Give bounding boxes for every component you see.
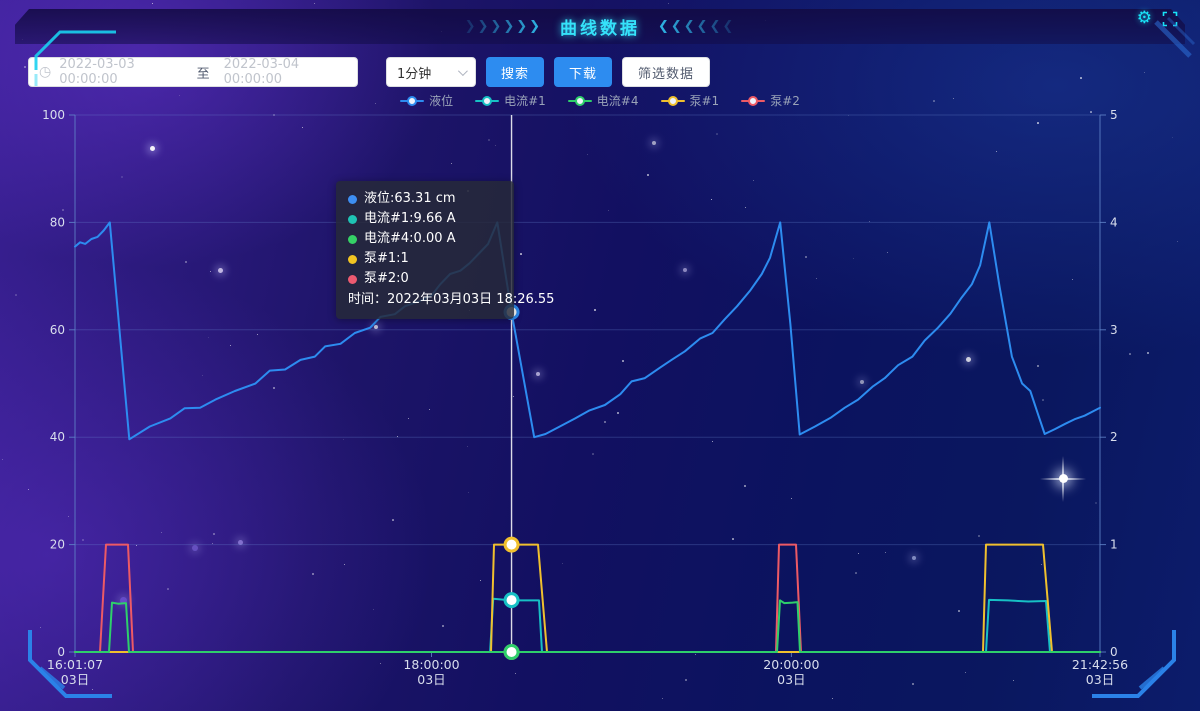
tooltip-row-text: 泵#1:1 bbox=[364, 249, 409, 269]
y-left-tick-label: 80 bbox=[50, 215, 65, 229]
tooltip-row: 液位:63.31 cm bbox=[348, 189, 502, 209]
x-tick-time: 21:42:56 bbox=[1072, 657, 1128, 672]
y-left-tick-label: 60 bbox=[50, 323, 65, 337]
x-tick-day: 03日 bbox=[777, 672, 805, 687]
x-tick-time: 16:01:07 bbox=[47, 657, 103, 672]
series-line-液位 bbox=[75, 222, 1100, 439]
series-line-泵#1 bbox=[75, 545, 1100, 652]
tooltip-row-text: 泵#2:0 bbox=[364, 269, 409, 289]
y-right-tick-label: 4 bbox=[1110, 215, 1118, 229]
series-color-dot bbox=[348, 275, 357, 284]
chart-tooltip: 液位:63.31 cm 电流#1:9.66 A 电流#4:0.00 A 泵#1:… bbox=[336, 181, 514, 319]
crosshair-marker-电流#4 bbox=[505, 646, 518, 659]
dashboard-root: ❯❯❯❯❯❯ 曲线数据 ❮❮❮❮❮❮ ⚙ ◷ 2022-03-03 00:00:… bbox=[0, 0, 1200, 711]
series-color-dot bbox=[348, 215, 357, 224]
series-color-dot bbox=[348, 235, 357, 244]
y-left-tick-label: 40 bbox=[50, 430, 65, 444]
y-right-tick-label: 1 bbox=[1110, 538, 1118, 552]
tooltip-row-text: 液位:63.31 cm bbox=[364, 189, 456, 209]
y-right-tick-label: 5 bbox=[1110, 108, 1118, 122]
series-color-dot bbox=[348, 255, 357, 264]
series-line-电流#1 bbox=[75, 599, 1100, 652]
x-tick-day: 03日 bbox=[417, 672, 445, 687]
tooltip-row-text: 电流#1:9.66 A bbox=[364, 209, 456, 229]
tooltip-row-text: 电流#4:0.00 A bbox=[364, 229, 456, 249]
x-tick-day: 03日 bbox=[61, 672, 89, 687]
y-right-tick-label: 3 bbox=[1110, 323, 1118, 337]
series-line-电流#4 bbox=[75, 600, 1100, 652]
x-tick-time: 18:00:00 bbox=[403, 657, 459, 672]
y-left-tick-label: 20 bbox=[50, 538, 65, 552]
y-left-tick-label: 100 bbox=[42, 108, 65, 122]
crosshair-marker-电流#1 bbox=[505, 594, 518, 607]
tooltip-row: 泵#2:0 bbox=[348, 269, 502, 289]
tooltip-row: 电流#1:9.66 A bbox=[348, 209, 502, 229]
x-tick-time: 20:00:00 bbox=[763, 657, 819, 672]
series-color-dot bbox=[348, 195, 357, 204]
tooltip-row: 电流#4:0.00 A bbox=[348, 229, 502, 249]
series-line-泵#2 bbox=[75, 545, 1100, 652]
curve-chart[interactable]: 02040608010001234516:01:0703日18:00:0003日… bbox=[0, 0, 1200, 711]
tooltip-time: 时间：2022年03月03日 18:26.55 bbox=[348, 290, 502, 310]
y-right-tick-label: 2 bbox=[1110, 430, 1118, 444]
x-tick-day: 03日 bbox=[1086, 672, 1114, 687]
tooltip-row: 泵#1:1 bbox=[348, 249, 502, 269]
crosshair-marker-泵#1 bbox=[505, 538, 518, 551]
